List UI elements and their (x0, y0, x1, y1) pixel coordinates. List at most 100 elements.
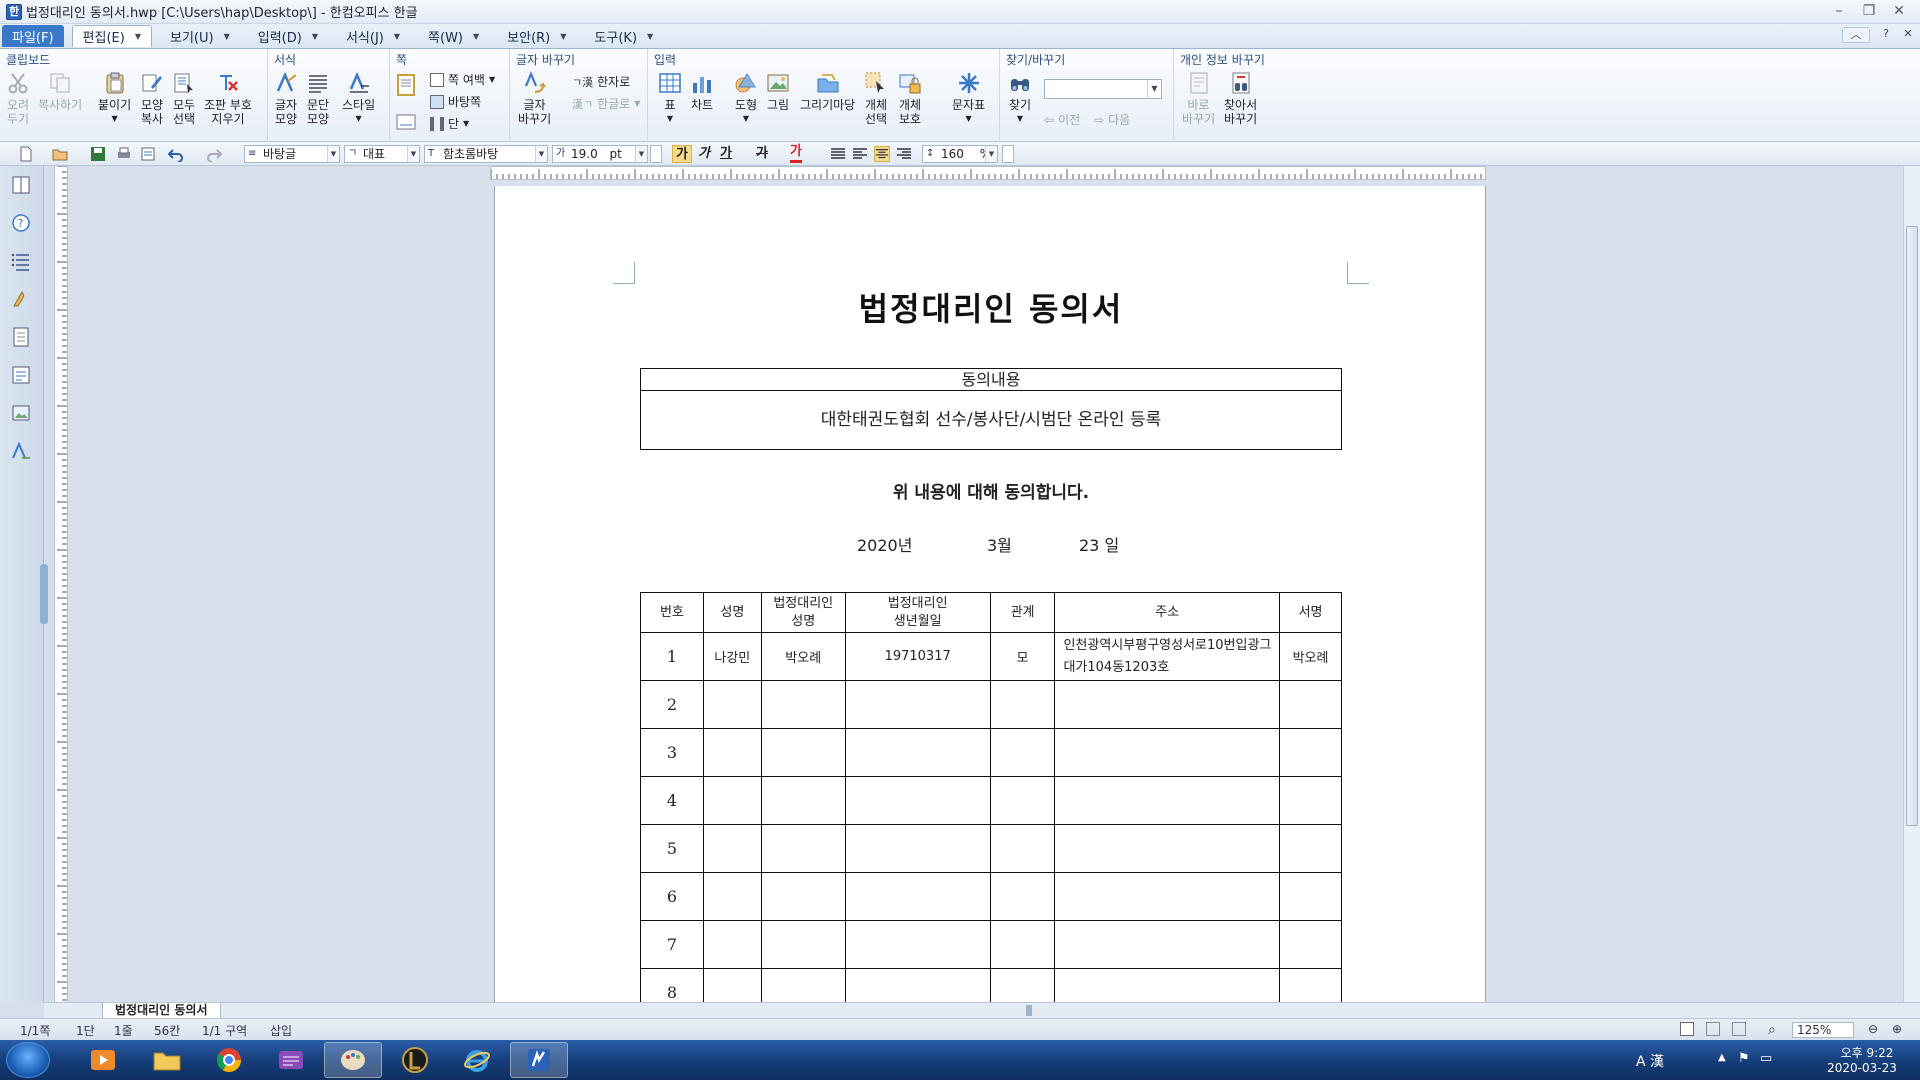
table-cell-no[interactable]: 6 (640, 872, 704, 921)
menu-security[interactable]: 보안(R) ▼ (497, 25, 576, 47)
table-cell-address[interactable] (1054, 728, 1281, 777)
table-cell-sign[interactable] (1279, 776, 1342, 825)
shape-button[interactable]: 도형 ▼ (734, 71, 758, 126)
table-cell-address[interactable] (1054, 824, 1281, 873)
macro-icon[interactable] (10, 288, 32, 310)
taskbar-game[interactable] (386, 1042, 444, 1078)
column-button[interactable]: 단 ▼ (430, 115, 469, 132)
line-spacing-stepper[interactable] (1002, 145, 1014, 163)
menu-file[interactable]: 파일(F) (2, 25, 64, 47)
table-cell-sign[interactable] (1279, 728, 1342, 777)
table-cell-no[interactable]: 5 (640, 824, 704, 873)
taskbar-media-player[interactable] (74, 1042, 132, 1078)
table-cell-sign[interactable] (1279, 872, 1342, 921)
clock-date[interactable]: 2020-03-23 (1822, 1061, 1902, 1075)
table-cell-guardian[interactable] (760, 680, 846, 729)
menu-page[interactable]: 쪽(W) ▼ (418, 25, 489, 47)
hanja-button[interactable]: ㄱ漢 한자로 (572, 73, 630, 90)
taskbar-keyboard-app[interactable] (262, 1042, 320, 1078)
print-icon[interactable] (116, 146, 132, 162)
page-view-button[interactable] (394, 111, 418, 138)
font-size-input[interactable]: 가 19.0 pt ▼ (552, 145, 648, 163)
taskbar-hwp[interactable] (510, 1042, 568, 1078)
table-cell-address[interactable] (1054, 920, 1281, 969)
book-icon[interactable] (10, 174, 32, 196)
new-document-icon[interactable] (18, 146, 34, 162)
font-size-stepper[interactable] (650, 145, 662, 163)
table-cell-relation[interactable] (989, 824, 1056, 873)
menu-insert[interactable]: 입력(D) ▼ (248, 25, 328, 47)
table-cell-address[interactable] (1054, 872, 1281, 921)
align-right-icon[interactable] (896, 146, 912, 162)
table-cell-guardian[interactable] (760, 872, 846, 921)
zoom-icon[interactable]: ⌕ (1768, 1022, 1776, 1038)
taskbar-internet-explorer[interactable] (448, 1042, 506, 1078)
hwp-app-icon[interactable]: 한 (6, 3, 22, 20)
char-convert-button[interactable]: 글자 바꾸기 (518, 71, 551, 126)
page-view-icon[interactable] (1680, 1022, 1694, 1036)
drawing-gallery-button[interactable]: 그리기마당 (800, 71, 855, 112)
find-next-button[interactable]: ⇨ 다음 (1094, 111, 1130, 128)
table-cell-guardian[interactable] (760, 728, 846, 777)
menu-edit[interactable]: 편집(E) ▼ (71, 25, 152, 47)
zoom-in-icon[interactable]: ⊕ (1892, 1022, 1902, 1036)
object-select-button[interactable]: 개체 선택 (864, 71, 888, 126)
redo-icon[interactable] (206, 146, 222, 162)
zoom-level[interactable]: 125% (1792, 1022, 1854, 1038)
table-cell-name[interactable] (702, 680, 762, 729)
table-cell-address[interactable] (1054, 680, 1281, 729)
sidebar-resize-handle[interactable] (40, 564, 48, 624)
table-cell-name[interactable] (702, 776, 762, 825)
table-cell-name[interactable] (702, 920, 762, 969)
table-cell-relation[interactable] (989, 920, 1056, 969)
table-cell-name[interactable] (702, 728, 762, 777)
cut-button[interactable]: 오려 두기 (6, 71, 30, 126)
undo-icon[interactable] (168, 146, 184, 162)
select-all-button[interactable]: 모두 선택 (172, 71, 196, 126)
table-cell-address[interactable] (1054, 776, 1281, 825)
table-cell-no[interactable]: 1 (640, 632, 704, 681)
document-icon[interactable] (10, 326, 32, 348)
table-cell-relation[interactable] (989, 776, 1056, 825)
table-cell-birth[interactable]: 19710317 (844, 632, 991, 681)
taskbar-explorer[interactable] (138, 1042, 196, 1078)
text-art-icon[interactable] (10, 440, 32, 462)
table-cell-name[interactable] (702, 872, 762, 921)
find-input[interactable]: ▼ (1044, 79, 1162, 99)
table-cell-relation[interactable]: 모 (989, 632, 1056, 681)
status-mode[interactable]: 삽입 (270, 1022, 292, 1039)
help-icon[interactable]: ? (1880, 27, 1892, 43)
paste-button[interactable]: 붙이기 ▼ (98, 71, 131, 126)
ime-indicator[interactable]: A 漢 (1636, 1051, 1664, 1071)
lang-select[interactable]: ㄱ 대표 ▼ (344, 145, 420, 163)
taskbar-chrome[interactable] (200, 1042, 258, 1078)
table-cell-relation[interactable] (989, 872, 1056, 921)
replace-now-button[interactable]: 바로 바꾸기 (1182, 71, 1215, 126)
table-cell-name[interactable] (702, 824, 762, 873)
table-cell-no[interactable]: 2 (640, 680, 704, 729)
table-cell-guardian[interactable]: 박오례 (760, 632, 846, 681)
document-page[interactable]: 법정대리인 동의서 동의내용 대한태권도협회 선수/봉사단/시범단 온라인 등록… (494, 186, 1486, 1017)
flag-icon[interactable]: ⚑ (1738, 1051, 1750, 1066)
align-left-icon[interactable] (852, 146, 868, 162)
table-cell-name[interactable]: 나강민 (702, 632, 762, 681)
table-cell-guardian[interactable] (760, 776, 846, 825)
table-cell-no[interactable]: 3 (640, 728, 704, 777)
symbol-button[interactable]: 문자표 ▼ (952, 71, 985, 126)
doc-close-icon[interactable]: ✕ (1902, 27, 1914, 43)
table-cell-birth[interactable] (844, 680, 991, 729)
minimize-button[interactable]: – (1826, 2, 1852, 20)
table-cell-birth[interactable] (844, 728, 991, 777)
table-cell-birth[interactable] (844, 872, 991, 921)
table-cell-sign[interactable] (1279, 680, 1342, 729)
zoom-out-icon[interactable]: ⊖ (1868, 1022, 1878, 1036)
help-circle-icon[interactable]: ? (10, 212, 32, 234)
table-cell-no[interactable]: 7 (640, 920, 704, 969)
find-replace-button[interactable]: 찾아서 바꾸기 (1224, 71, 1257, 126)
table-cell-relation[interactable] (989, 680, 1056, 729)
taskbar-paint[interactable] (324, 1042, 382, 1078)
vertical-scrollbar[interactable] (1903, 166, 1920, 1002)
list-icon[interactable] (10, 250, 32, 272)
image-gallery-icon[interactable] (10, 402, 32, 424)
form-icon[interactable] (10, 364, 32, 386)
